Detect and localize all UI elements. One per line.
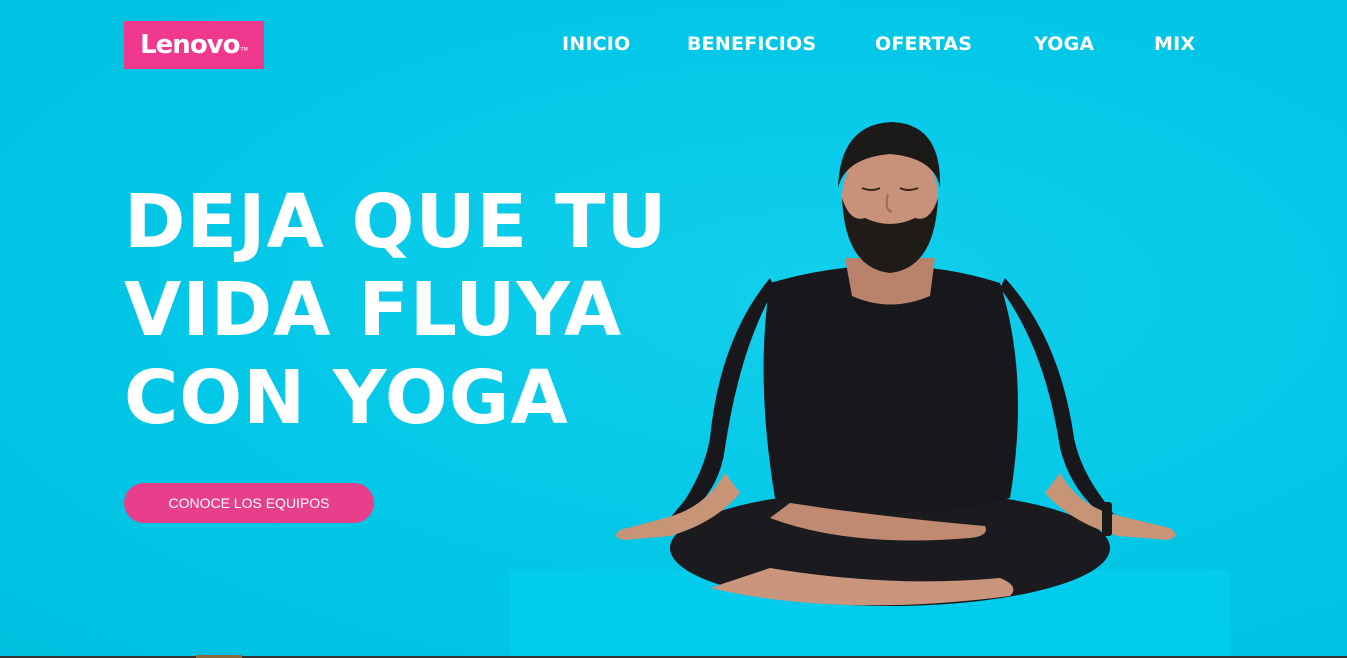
lenovo-logo[interactable]: Lenovo TM <box>124 21 264 69</box>
nav-item-inicio[interactable]: INICIO <box>562 33 630 55</box>
nav-item-mix[interactable]: MIX <box>1154 33 1195 55</box>
nav-item-beneficios[interactable]: BENEFICIOS <box>687 33 816 55</box>
meditating-man-image <box>616 122 1176 606</box>
logo-trademark: TM <box>240 47 248 53</box>
hero-headline: DEJA QUE TU VIDA FLUYA CON YOGA <box>124 178 667 442</box>
nav-item-yoga[interactable]: YOGA <box>1034 33 1094 55</box>
conoce-los-equipos-button[interactable]: CONOCE LOS EQUIPOS <box>124 483 374 523</box>
headline-line-3: CON YOGA <box>124 355 569 441</box>
nav-item-ofertas[interactable]: OFERTAS <box>875 33 972 55</box>
headline-line-2: VIDA FLUYA <box>124 267 623 353</box>
landing-page: Lenovo TM INICIO BENEFICIOS OFERTAS YOGA… <box>0 0 1347 658</box>
headline-line-1: DEJA QUE TU <box>124 179 668 265</box>
logo-text: Lenovo <box>140 30 240 60</box>
